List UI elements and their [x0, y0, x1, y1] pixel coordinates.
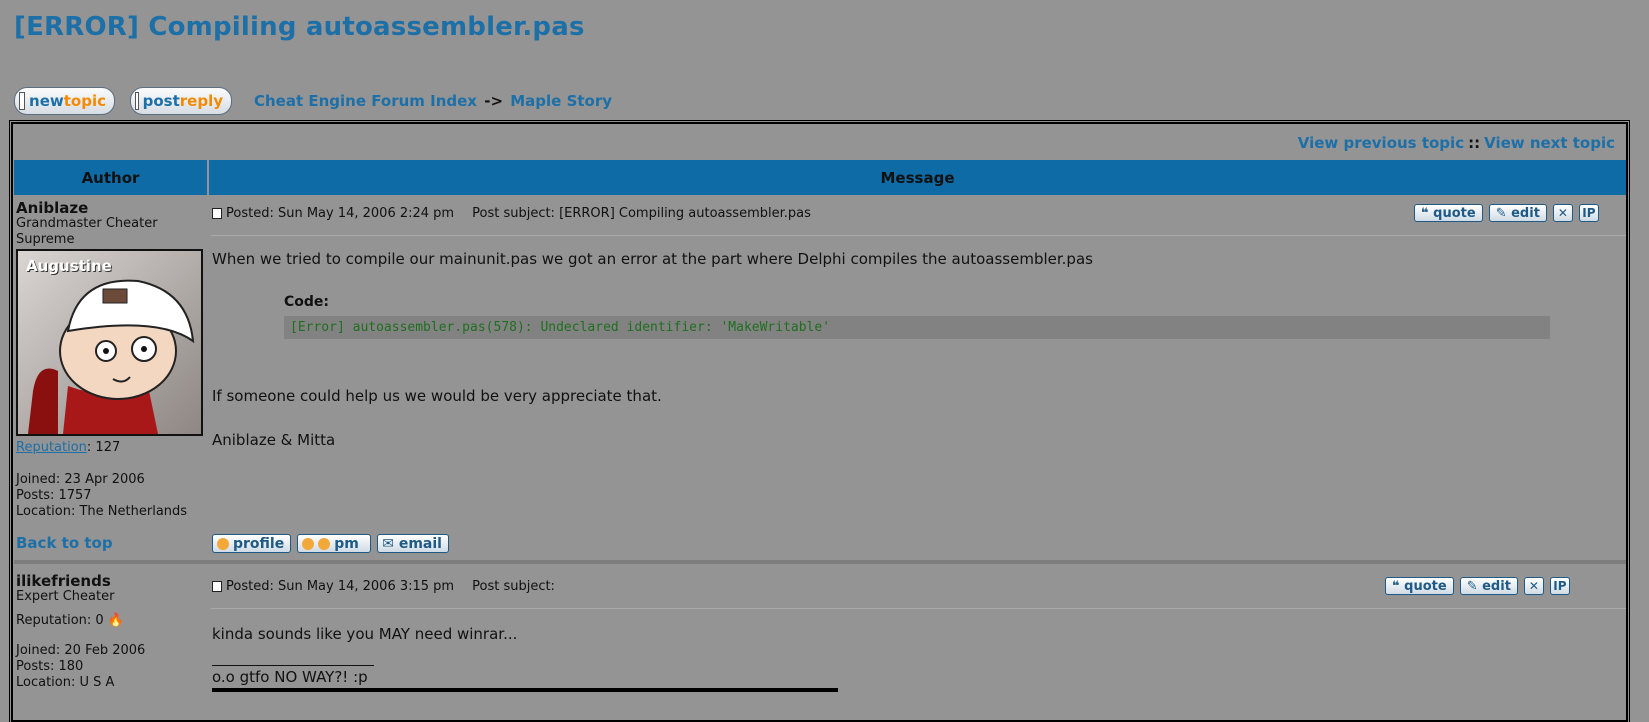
delete-button[interactable]: ✕	[1523, 577, 1544, 595]
ip-button[interactable]: IP	[1549, 577, 1570, 595]
post-body-line: When we tried to compile our mainunit.pa…	[212, 250, 1093, 268]
topic-navigation: View previous topic:: View next topic	[1297, 134, 1615, 152]
code-label: Code:	[284, 294, 330, 310]
reputation-link[interactable]: Reputation	[16, 440, 87, 455]
topic-title: [ERROR] Compiling autoassembler.pas	[14, 12, 585, 42]
post-actions: ❝ quote ✎ edit ✕ IP	[1414, 204, 1599, 222]
breadcrumb-maple-story[interactable]: Maple Story	[510, 92, 612, 110]
post-author-info: ilikefriends Expert Cheater Reputation: …	[16, 573, 206, 691]
post-header: Posted: Sun May 14, 2006 3:15 pm Post su…	[212, 579, 555, 594]
post-header-divider	[211, 608, 1626, 609]
quote-icon: ❝	[1392, 578, 1405, 594]
post-subject: Post subject:	[472, 579, 555, 594]
quote-button[interactable]: ❝ quote	[1414, 204, 1483, 222]
post-author-stats: Reputation: 127 Joined: 23 Apr 2006 Post…	[16, 440, 206, 520]
profile-button[interactable]: profile	[212, 534, 292, 553]
post-body-line: kinda sounds like you MAY need winrar...	[212, 625, 518, 643]
breadcrumb-forum-index[interactable]: Cheat Engine Forum Index	[254, 92, 477, 110]
author-joined: Joined: 20 Feb 2006	[16, 643, 146, 658]
author-location: Location: The Netherlands	[16, 504, 188, 519]
edit-icon: ✎	[1466, 578, 1483, 594]
ip-button[interactable]: IP	[1578, 204, 1599, 222]
document-icon	[135, 92, 139, 110]
author-location: Location: U S A	[16, 675, 115, 690]
profile-buttons: profile pm ✉ email	[212, 534, 449, 553]
post-signature: Aniblaze & Mitta	[212, 431, 336, 449]
post-subject: Post subject: [ERROR] Compiling autoasse…	[472, 206, 811, 221]
view-next-topic-link[interactable]: View next topic	[1484, 134, 1615, 152]
author-name: ilikefriends	[16, 572, 111, 590]
email-button[interactable]: ✉ email	[377, 534, 449, 553]
code-content: [Error] autoassembler.pas(578): Undeclar…	[284, 316, 1550, 339]
post-reply-button[interactable]: post reply	[130, 87, 232, 115]
post-date: Posted: Sun May 14, 2006 2:24 pm	[226, 206, 455, 221]
avatar-label: Augustine	[26, 257, 112, 275]
author-rank: Grandmaster Cheater Supreme	[16, 216, 158, 247]
post-icon	[212, 581, 222, 592]
delete-button[interactable]: ✕	[1552, 204, 1573, 222]
author-posts: Posts: 180	[16, 659, 84, 674]
author-rank: Expert Cheater	[16, 589, 115, 604]
envelope-icon: ✉	[382, 535, 399, 552]
new-topic-button[interactable]: new topic	[14, 87, 115, 115]
back-to-top-link[interactable]: Back to top	[16, 534, 113, 552]
pm-button[interactable]: pm	[297, 534, 372, 553]
user-icon	[217, 537, 229, 550]
author-joined: Joined: 23 Apr 2006	[16, 472, 145, 487]
reputation: Reputation: 0 🔥	[16, 613, 125, 628]
post-header-divider	[211, 235, 1626, 236]
reputation: Reputation: 127	[16, 440, 121, 455]
code-block: Code: [Error] autoassembler.pas(578): Un…	[284, 294, 1550, 339]
author-column-header: Author	[14, 160, 207, 195]
message-column-header: Message	[209, 160, 1626, 195]
quote-icon: ❝	[1421, 205, 1434, 221]
post-date: Posted: Sun May 14, 2006 3:15 pm	[226, 579, 455, 594]
users-icon	[302, 537, 315, 550]
view-previous-topic-link[interactable]: View previous topic	[1298, 134, 1464, 152]
avatar: Augustine	[16, 249, 203, 436]
signature-image	[212, 688, 838, 692]
post-separator	[14, 560, 1626, 564]
signature-divider	[212, 665, 374, 666]
post-author-info: Aniblaze Grandmaster Cheater Supreme	[16, 200, 206, 248]
edit-icon: ✎	[1495, 205, 1512, 221]
post-header: Posted: Sun May 14, 2006 2:24 pm Post su…	[212, 206, 811, 221]
breadcrumb: Cheat Engine Forum Index -> Maple Story	[254, 92, 613, 110]
avatar-cartoon-icon	[28, 279, 195, 434]
author-posts: Posts: 1757	[16, 488, 92, 503]
post-signature: o.o gtfo NO WAY?! :p	[212, 668, 368, 686]
author-name: Aniblaze	[16, 199, 89, 217]
post-body-line: If someone could help us we would be ver…	[212, 387, 662, 405]
document-icon	[19, 92, 26, 110]
users-icon	[318, 537, 331, 550]
post-actions: ❝ quote ✎ edit ✕ IP	[1385, 577, 1570, 595]
edit-button[interactable]: ✎ edit	[1459, 577, 1518, 595]
quote-button[interactable]: ❝ quote	[1385, 577, 1454, 595]
flame-icon: 🔥	[107, 613, 125, 628]
post-icon	[212, 208, 222, 219]
edit-button[interactable]: ✎ edit	[1488, 204, 1547, 222]
